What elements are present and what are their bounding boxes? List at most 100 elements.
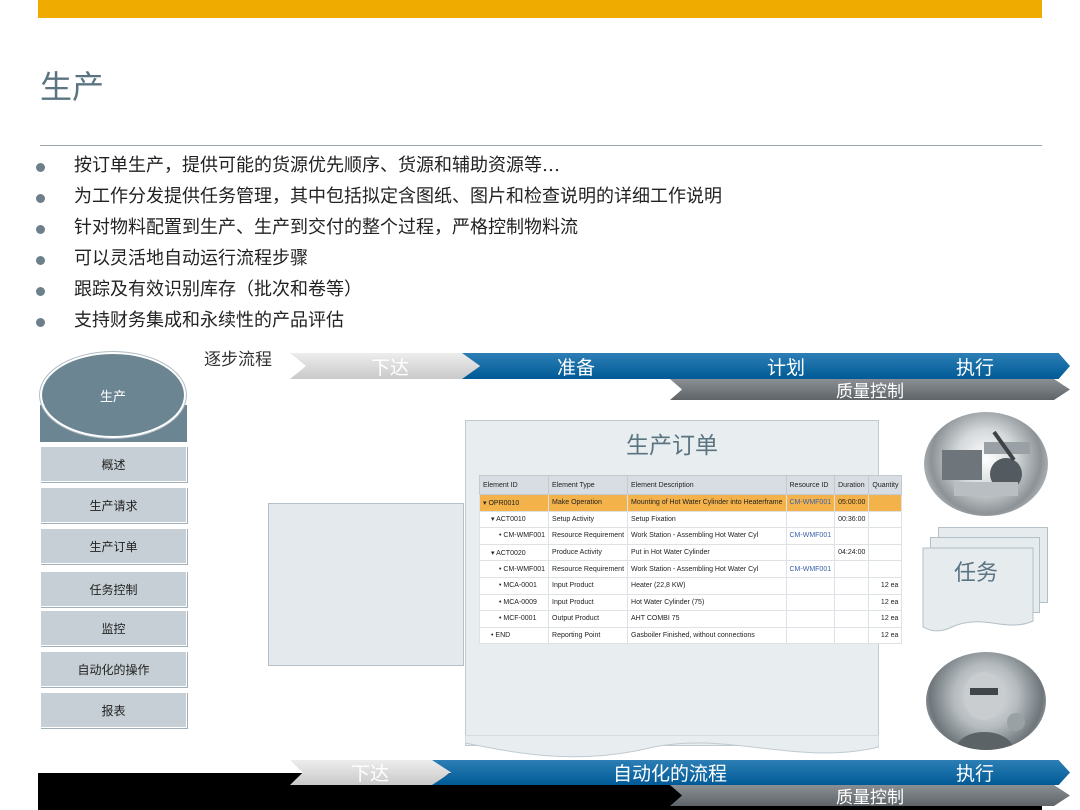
- quality-control-bar: 质量控制: [670, 379, 1070, 400]
- table-row[interactable]: ▾ ACT0020 Produce Activity Put in Hot Wa…: [478, 543, 903, 562]
- nav-item-label: 概述: [101, 457, 126, 472]
- cell-element-id: • MCF-0001: [478, 610, 550, 628]
- step-prepare-chevron: 准备: [462, 353, 690, 379]
- cell-element-type: Output Product: [548, 610, 629, 628]
- order-table: Element ID Element Type Element Descript…: [478, 475, 903, 645]
- cell-resource-id[interactable]: CM-WMF001: [785, 560, 836, 578]
- col-quantity[interactable]: Quantity: [868, 475, 903, 495]
- step-plan-chevron: 计划: [666, 353, 906, 379]
- bottom-quality-control-bar: 质量控制: [670, 785, 1070, 806]
- bullet-icon: •: [499, 598, 504, 606]
- col-element-id[interactable]: Element ID: [478, 475, 550, 495]
- cell-element-description: Hot Water Cylinder (75): [627, 593, 787, 612]
- table-row[interactable]: • CM-WMF001 Resource Requirement Work St…: [478, 527, 903, 545]
- expand-arrow-icon[interactable]: ▾: [483, 516, 496, 523]
- cell-element-description: Setup Fixation: [627, 510, 787, 529]
- cell-resource-id[interactable]: [785, 543, 836, 562]
- bullet-icon: •: [499, 532, 504, 540]
- cell-element-description: Mounting of Hot Water Cylinder into Heat…: [627, 494, 787, 512]
- nav-item-production-order[interactable]: 生产订单: [40, 528, 187, 564]
- bullet-dot-icon: [36, 256, 45, 265]
- cell-element-description: Heater (22,8 KW): [627, 576, 787, 595]
- feature-text: 按订单生产，提供可能的货源优先顺序、货源和辅助资源等…: [74, 155, 560, 176]
- cell-element-description: Work Station - Assembling Hot Water Cyl: [627, 527, 787, 545]
- cell-resource-id[interactable]: CM-WMF001: [785, 527, 836, 545]
- nav-item-reports[interactable]: 报表: [40, 692, 187, 728]
- step-label: 自动化的流程: [612, 763, 727, 785]
- worker-face-icon: [956, 672, 1025, 750]
- cell-duration: [834, 576, 870, 595]
- cell-resource-id[interactable]: [785, 576, 836, 595]
- col-element-type[interactable]: Element Type: [548, 475, 629, 495]
- nav-header[interactable]: 生产: [40, 352, 186, 438]
- col-element-description[interactable]: Element Description: [627, 475, 787, 495]
- nav-item-automated-operations[interactable]: 自动化的操作: [40, 651, 187, 687]
- cell-element-id: • CM-WMF001: [478, 560, 550, 578]
- step-label: 执行: [955, 356, 994, 379]
- col-resource-id[interactable]: Resource ID: [785, 475, 836, 495]
- cell-duration: [834, 626, 870, 645]
- cell-resource-id[interactable]: [785, 510, 836, 529]
- cell-element-type: Input Product: [548, 576, 629, 595]
- cell-resource-id[interactable]: [785, 593, 836, 612]
- nav-item-label: 监控: [101, 621, 126, 636]
- cell-quantity: [868, 494, 903, 512]
- cell-duration: [834, 527, 870, 545]
- cell-resource-id[interactable]: [785, 610, 836, 628]
- process-label: 逐步流程: [204, 350, 272, 370]
- quality-label: 质量控制: [836, 382, 904, 402]
- table-row[interactable]: • MCA-0001 Input Product Heater (22,8 KW…: [478, 576, 903, 595]
- feature-item: 跟踪及有效识别库存（批次和卷等）: [36, 274, 936, 305]
- cell-element-type: Input Product: [548, 593, 629, 612]
- nav-item-overview[interactable]: 概述: [40, 446, 187, 482]
- expand-arrow-icon[interactable]: ▾: [483, 550, 496, 557]
- cell-quantity: 12 ea: [868, 610, 903, 628]
- table-row[interactable]: • CM-WMF001 Resource Requirement Work St…: [478, 560, 903, 578]
- table-row[interactable]: ▾ ACT0010 Setup Activity Setup Fixation …: [478, 510, 903, 529]
- cell-element-type: Reporting Point: [548, 626, 629, 645]
- nav-item-task-control[interactable]: 任务控制: [40, 571, 187, 607]
- feature-text: 可以灵活地自动运行流程步骤: [74, 248, 308, 269]
- worker-photo: [926, 652, 1046, 750]
- title-divider: [40, 145, 1042, 146]
- nav-item-label: 生产请求: [89, 498, 138, 513]
- nav-item-monitoring[interactable]: 监控: [40, 610, 187, 646]
- col-duration[interactable]: Duration: [834, 475, 870, 495]
- table-row[interactable]: ▾ OPR0010 Make Operation Mounting of Hot…: [478, 494, 903, 512]
- feature-item: 支持财务集成和永续性的产品评估: [36, 305, 936, 336]
- cell-element-description: Work Station - Assembling Hot Water Cyl: [627, 560, 787, 578]
- cell-resource-id[interactable]: [785, 626, 836, 645]
- nav-item-label: 任务控制: [89, 582, 138, 597]
- cell-element-id: • MCA-0001: [478, 576, 550, 595]
- cell-element-type: Produce Activity: [548, 543, 629, 562]
- cell-quantity: [868, 560, 903, 578]
- bullet-icon: •: [491, 632, 496, 640]
- step-label: 下达: [350, 763, 389, 785]
- page-title: 生产: [40, 68, 105, 106]
- table-row[interactable]: • MCA-0009 Input Product Hot Water Cylin…: [478, 593, 903, 612]
- quality-label: 质量控制: [836, 788, 904, 808]
- table-row[interactable]: • END Reporting Point Gasboiler Finished…: [478, 626, 903, 645]
- cell-quantity: [868, 543, 903, 562]
- nav-item-label: 自动化的操作: [77, 662, 150, 677]
- feature-list: 按订单生产，提供可能的货源优先顺序、货源和辅助资源等… 为工作分发提供任务管理，…: [36, 150, 936, 336]
- feature-text: 支持财务集成和永续性的产品评估: [74, 310, 344, 331]
- cell-quantity: 12 ea: [868, 576, 903, 595]
- cell-resource-id[interactable]: CM-WMF001: [785, 494, 836, 512]
- bottom-step-execute-chevron: 执行: [880, 760, 1070, 785]
- feature-text: 针对物料配置到生产、生产到交付的整个过程，严格控制物料流: [74, 217, 578, 238]
- bullet-dot-icon: [36, 225, 45, 234]
- top-accent-bar: [38, 0, 1042, 18]
- bottom-step-automation-chevron: 自动化的流程: [432, 760, 908, 785]
- left-panel: [268, 503, 464, 666]
- nav-item-production-request[interactable]: 生产请求: [40, 487, 187, 523]
- step-execute-chevron: 执行: [880, 353, 1070, 379]
- bullet-dot-icon: [36, 318, 45, 327]
- cell-element-description: Put in Hot Water Cylinder: [627, 543, 787, 562]
- cell-element-id: • END: [478, 626, 550, 645]
- bullet-dot-icon: [36, 163, 45, 172]
- table-row[interactable]: • MCF-0001 Output Product AHT COMBI 75 1…: [478, 610, 903, 628]
- cell-quantity: 12 ea: [868, 593, 903, 612]
- cell-quantity: 12 ea: [868, 626, 903, 645]
- cell-duration: [834, 560, 870, 578]
